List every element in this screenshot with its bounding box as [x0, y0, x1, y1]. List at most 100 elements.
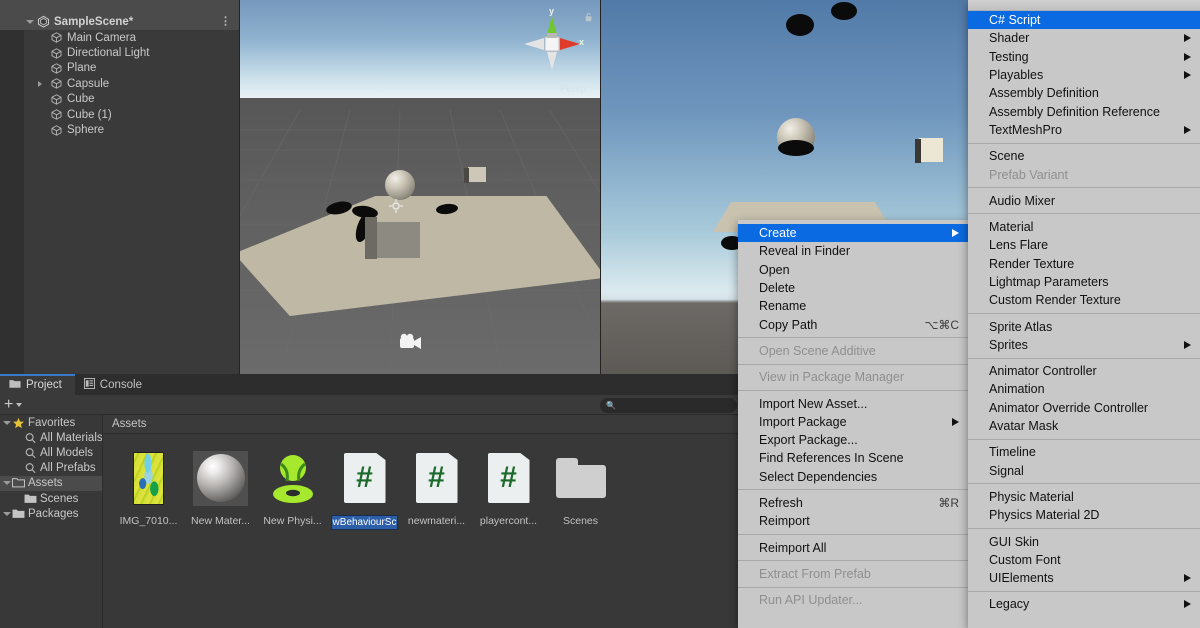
- create-asset-button[interactable]: +: [0, 396, 27, 413]
- menu-item-create[interactable]: Create: [738, 224, 968, 243]
- project-tree-item-all-prefabs[interactable]: All Prefabs: [0, 461, 102, 476]
- tab-project[interactable]: Project: [0, 374, 75, 395]
- menu-item-physics-material-2d[interactable]: Physics Material 2D: [968, 506, 1200, 524]
- menu-item-export-package[interactable]: Export Package...: [738, 431, 968, 449]
- asset-item[interactable]: # playercont...: [477, 448, 540, 530]
- menu-item-lens-flare[interactable]: Lens Flare: [968, 236, 1200, 254]
- project-search-box[interactable]: 🔍: [600, 398, 740, 413]
- menu-item-material[interactable]: Material: [968, 218, 1200, 236]
- hierarchy-item-plane[interactable]: Plane: [0, 61, 239, 76]
- asset-thumbnail[interactable]: #: [407, 448, 467, 508]
- project-tree-item-scenes[interactable]: Scenes: [0, 491, 102, 506]
- gameobject-icon: [50, 31, 63, 44]
- hierarchy-item-sphere[interactable]: Sphere: [0, 122, 239, 137]
- menu-item-signal[interactable]: Signal: [968, 462, 1200, 480]
- menu-scroll-indicator[interactable]: [968, 0, 1200, 11]
- asset-thumbnail[interactable]: [551, 448, 611, 508]
- asset-item[interactable]: New Physi...: [261, 448, 324, 530]
- hierarchy-scene-row[interactable]: SampleScene* ⋮: [0, 13, 239, 30]
- scene-pivot-handle[interactable]: [389, 199, 403, 213]
- menu-item-refresh[interactable]: Refresh ⌘R: [738, 494, 968, 512]
- asset-thumbnail[interactable]: [119, 448, 179, 508]
- tab-console[interactable]: Console: [75, 374, 155, 395]
- asset-thumbnail[interactable]: [263, 448, 323, 508]
- scene-camera-gizmo[interactable]: [398, 333, 424, 353]
- chevron-down-icon[interactable]: [3, 511, 11, 516]
- menu-item-c-script[interactable]: C# Script: [968, 11, 1200, 30]
- asset-thumbnail[interactable]: #: [479, 448, 539, 508]
- asset-thumbnail[interactable]: #: [335, 448, 395, 508]
- menu-item-rename[interactable]: Rename: [738, 297, 968, 315]
- chevron-down-icon[interactable]: [3, 481, 11, 486]
- menu-item-lightmap-parameters[interactable]: Lightmap Parameters: [968, 273, 1200, 291]
- scene-capsule-object: [413, 95, 431, 131]
- menu-item-scene[interactable]: Scene: [968, 147, 1200, 165]
- hierarchy-item-main-camera[interactable]: Main Camera: [0, 30, 239, 45]
- chevron-down-icon[interactable]: [26, 19, 34, 24]
- chevron-right-icon[interactable]: [38, 80, 42, 87]
- scene-view[interactable]: y x Persp: [240, 0, 600, 374]
- menu-item-textmeshpro[interactable]: TextMeshPro: [968, 121, 1200, 139]
- menu-item-select-dependencies[interactable]: Select Dependencies: [738, 468, 968, 486]
- menu-item-playables[interactable]: Playables: [968, 66, 1200, 84]
- menu-item-audio-mixer[interactable]: Audio Mixer: [968, 192, 1200, 210]
- scene-view-gizmo[interactable]: y x: [516, 6, 588, 80]
- project-tree-item-assets[interactable]: Assets: [0, 475, 102, 491]
- hierarchy-item-directional-light[interactable]: Directional Light: [0, 45, 239, 60]
- menu-item-assembly-definition[interactable]: Assembly Definition: [968, 84, 1200, 102]
- chevron-down-icon[interactable]: [3, 420, 11, 425]
- asset-rename-input[interactable]: wBehaviourSc: [330, 515, 399, 530]
- asset-item[interactable]: Scenes: [549, 448, 612, 530]
- submenu-arrow-icon: [1184, 574, 1191, 583]
- kebab-menu-icon[interactable]: ⋮: [220, 16, 231, 27]
- menu-item-legacy[interactable]: Legacy: [968, 595, 1200, 613]
- project-tree-item-all-models[interactable]: All Models: [0, 445, 102, 460]
- menu-item-physic-material[interactable]: Physic Material: [968, 488, 1200, 506]
- asset-item[interactable]: IMG_7010...: [117, 448, 180, 530]
- search-input[interactable]: [615, 400, 740, 411]
- menu-item-uielements[interactable]: UIElements: [968, 569, 1200, 587]
- menu-item-open[interactable]: Open: [738, 261, 968, 279]
- menu-item-find-references-in-scene[interactable]: Find References In Scene: [738, 449, 968, 467]
- menu-item-assembly-definition-reference[interactable]: Assembly Definition Reference: [968, 102, 1200, 120]
- menu-item-timeline[interactable]: Timeline: [968, 443, 1200, 461]
- chevron-down-icon[interactable]: [16, 402, 23, 407]
- lock-icon[interactable]: [584, 12, 593, 22]
- asset-thumbnail[interactable]: [191, 448, 251, 508]
- menu-item-reimport-all[interactable]: Reimport All: [738, 538, 968, 556]
- menu-item-reveal-in-finder[interactable]: Reveal in Finder: [738, 242, 968, 260]
- projection-mode-label[interactable]: Persp: [560, 84, 586, 95]
- hierarchy-item-cube-1[interactable]: Cube (1): [0, 107, 239, 122]
- menu-item-shader[interactable]: Shader: [968, 29, 1200, 47]
- hierarchy-item-cube[interactable]: Cube: [0, 92, 239, 107]
- menu-item-label: TextMeshPro: [989, 122, 1062, 137]
- menu-item-copy-path[interactable]: Copy Path ⌥⌘C: [738, 315, 968, 333]
- asset-item[interactable]: # wBehaviourSc: [330, 448, 399, 530]
- menu-item-delete[interactable]: Delete: [738, 279, 968, 297]
- menu-item-label: C# Script: [989, 13, 1041, 28]
- menu-item-animation[interactable]: Animation: [968, 380, 1200, 398]
- menu-item-testing[interactable]: Testing: [968, 48, 1200, 66]
- project-tree-item-packages[interactable]: Packages: [0, 506, 102, 521]
- asset-item[interactable]: New Mater...: [189, 448, 252, 530]
- menu-item-custom-render-texture[interactable]: Custom Render Texture: [968, 291, 1200, 309]
- asset-item[interactable]: # newmateri...: [405, 448, 468, 530]
- create-submenu[interactable]: C# Script Shader Testing Playables Assembly …: [968, 0, 1200, 628]
- menu-item-animator-controller[interactable]: Animator Controller: [968, 362, 1200, 380]
- hierarchy-item-capsule[interactable]: Capsule: [0, 76, 239, 91]
- project-tree-item-all-materials[interactable]: All Materials: [0, 430, 102, 445]
- menu-item-gui-skin[interactable]: GUI Skin: [968, 532, 1200, 550]
- menu-item-sprite-atlas[interactable]: Sprite Atlas: [968, 317, 1200, 335]
- menu-item-import-new-asset[interactable]: Import New Asset...: [738, 394, 968, 412]
- asset-context-menu[interactable]: Create Reveal in Finder Open Delete Rename Co…: [738, 220, 968, 628]
- menu-item-import-package[interactable]: Import Package: [738, 413, 968, 431]
- menu-item-label: UIElements: [989, 571, 1054, 586]
- menu-item-animator-override-controller[interactable]: Animator Override Controller: [968, 399, 1200, 417]
- project-tree-item-favorites[interactable]: Favorites: [0, 415, 102, 430]
- menu-item-reimport[interactable]: Reimport: [738, 512, 968, 530]
- menu-item-custom-font[interactable]: Custom Font: [968, 551, 1200, 569]
- menu-item-label: Audio Mixer: [989, 193, 1055, 208]
- menu-item-avatar-mask[interactable]: Avatar Mask: [968, 417, 1200, 435]
- menu-item-render-texture[interactable]: Render Texture: [968, 255, 1200, 273]
- menu-item-sprites[interactable]: Sprites: [968, 336, 1200, 354]
